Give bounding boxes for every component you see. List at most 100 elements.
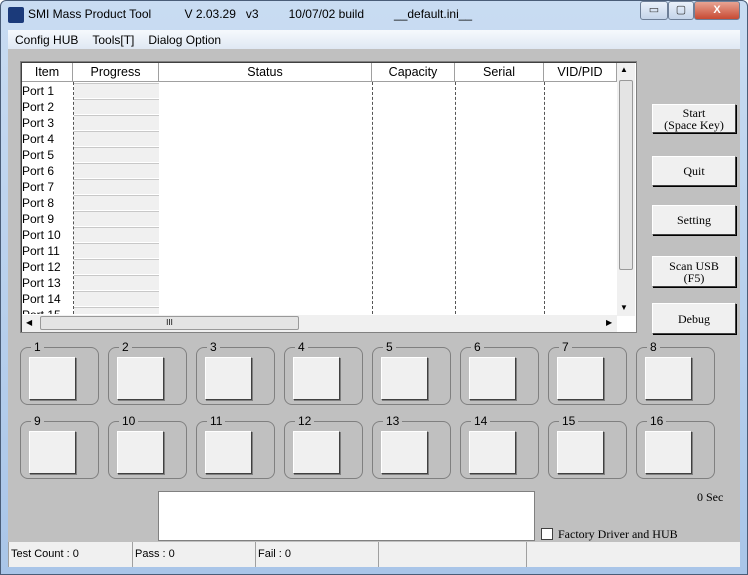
column-divider <box>455 82 456 314</box>
timer-label: 0 Sec <box>697 490 724 504</box>
port-list[interactable]: Item Progress Status Capacity Serial VID… <box>20 61 637 333</box>
status-test-count: Test Count : 0 <box>8 542 132 567</box>
port-row-label[interactable]: Port 11 <box>22 243 74 258</box>
maximize-button[interactable]: ▢ <box>668 1 694 20</box>
column-item[interactable]: Item <box>22 63 73 82</box>
port-group-10: 10 <box>108 414 187 479</box>
port-button[interactable] <box>381 357 428 400</box>
port-row-label[interactable]: Port 3 <box>22 115 74 130</box>
port-group-4: 4 <box>284 340 363 405</box>
port-row-label[interactable]: Port 14 <box>22 291 74 306</box>
port-button[interactable] <box>293 431 340 474</box>
port-group-15: 15 <box>548 414 627 479</box>
scroll-left-icon[interactable]: ◀ <box>26 318 32 327</box>
progress-bar <box>74 211 159 226</box>
port-row-label[interactable]: Port 12 <box>22 259 74 274</box>
scroll-thumb[interactable] <box>619 80 633 270</box>
port-row-label[interactable]: Port 8 <box>22 195 74 210</box>
column-vidpid[interactable]: VID/PID <box>544 63 617 82</box>
port-row-label[interactable]: Port 1 <box>22 83 74 98</box>
scan-usb-button[interactable]: Scan USB (F5) <box>652 256 736 287</box>
port-group-6: 6 <box>460 340 539 405</box>
progress-bar <box>74 99 159 114</box>
port-group-1: 1 <box>20 340 99 405</box>
scroll-down-icon[interactable]: ▼ <box>620 303 628 312</box>
menu-config-hub[interactable]: Config HUB <box>15 33 78 47</box>
column-capacity[interactable]: Capacity <box>372 63 455 82</box>
port-button[interactable] <box>117 357 164 400</box>
setting-button[interactable]: Setting <box>652 205 736 235</box>
port-group-3: 3 <box>196 340 275 405</box>
vertical-scrollbar[interactable]: ▲ ▼ <box>617 63 635 316</box>
port-group-label: 13 <box>383 414 403 428</box>
port-group-label: 12 <box>295 414 315 428</box>
port-group-label: 2 <box>119 340 132 354</box>
port-group-label: 3 <box>207 340 220 354</box>
progress-bar <box>74 259 159 274</box>
port-group-8: 8 <box>636 340 715 405</box>
column-serial[interactable]: Serial <box>455 63 544 82</box>
port-group-label: 15 <box>559 414 579 428</box>
debug-button[interactable]: Debug <box>652 303 736 334</box>
port-group-label: 11 <box>207 414 226 428</box>
close-button[interactable]: X <box>694 1 740 20</box>
factory-driver-label: Factory Driver and HUB <box>558 527 678 541</box>
menu-tools[interactable]: Tools[T] <box>92 33 134 47</box>
port-row-label[interactable]: Port 13 <box>22 275 74 290</box>
horizontal-scrollbar[interactable]: ◀ III ▶ <box>22 315 617 332</box>
progress-bar <box>74 195 159 210</box>
port-group-11: 11 <box>196 414 275 479</box>
port-group-12: 12 <box>284 414 363 479</box>
port-row-label[interactable]: Port 10 <box>22 227 74 242</box>
port-group-9: 9 <box>20 414 99 479</box>
port-row-label[interactable]: Port 15 <box>22 307 74 314</box>
scroll-thumb[interactable]: III <box>40 316 299 330</box>
column-status[interactable]: Status <box>159 63 372 82</box>
progress-bar <box>74 243 159 258</box>
port-group-label: 14 <box>471 414 491 428</box>
port-button[interactable] <box>205 357 252 400</box>
port-row-label[interactable]: Port 2 <box>22 99 74 114</box>
window-title: SMI Mass Product Tool V 2.03.29 v3 10/07… <box>28 7 473 21</box>
port-button[interactable] <box>645 431 692 474</box>
port-button[interactable] <box>557 431 604 474</box>
port-row-label[interactable]: Port 5 <box>22 147 74 162</box>
minimize-button[interactable]: ▭ <box>640 1 668 20</box>
app-icon <box>8 7 24 23</box>
port-row-label[interactable]: Port 9 <box>22 211 74 226</box>
progress-bar <box>74 291 159 306</box>
message-box <box>158 491 535 541</box>
progress-bar <box>74 163 159 178</box>
port-button[interactable] <box>557 357 604 400</box>
factory-driver-checkbox[interactable] <box>541 528 553 540</box>
port-button[interactable] <box>469 431 516 474</box>
port-button[interactable] <box>469 357 516 400</box>
status-panel <box>378 542 526 567</box>
port-button[interactable] <box>645 357 692 400</box>
port-button[interactable] <box>293 357 340 400</box>
port-row-label[interactable]: Port 4 <box>22 131 74 146</box>
progress-bar <box>74 307 159 314</box>
port-button[interactable] <box>205 431 252 474</box>
progress-bar <box>74 179 159 194</box>
port-button[interactable] <box>117 431 164 474</box>
status-panel <box>526 542 740 567</box>
port-row-label[interactable]: Port 6 <box>22 163 74 178</box>
start-button[interactable]: Start (Space Key) <box>652 104 736 133</box>
scroll-up-icon[interactable]: ▲ <box>620 65 628 74</box>
port-group-7: 7 <box>548 340 627 405</box>
progress-bar <box>74 227 159 242</box>
port-button[interactable] <box>29 357 76 400</box>
scroll-right-icon[interactable]: ▶ <box>606 318 612 327</box>
port-row-label[interactable]: Port 7 <box>22 179 74 194</box>
port-button[interactable] <box>29 431 76 474</box>
port-button[interactable] <box>381 431 428 474</box>
status-pass: Pass : 0 <box>132 542 255 567</box>
menu-dialog-option[interactable]: Dialog Option <box>148 33 221 47</box>
port-group-2: 2 <box>108 340 187 405</box>
column-progress[interactable]: Progress <box>73 63 159 82</box>
quit-button[interactable]: Quit <box>652 156 736 186</box>
progress-bar <box>74 275 159 290</box>
column-divider <box>372 82 373 314</box>
port-group-label: 16 <box>647 414 667 428</box>
